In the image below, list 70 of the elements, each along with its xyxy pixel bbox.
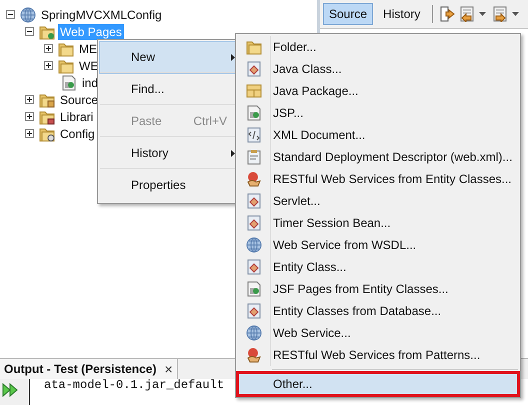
- file-icon: [246, 281, 262, 297]
- tree-item[interactable]: ind: [80, 74, 100, 90]
- menu-item[interactable]: Other...: [238, 373, 518, 395]
- menu-item[interactable]: XML Document...: [238, 124, 518, 146]
- tree-item[interactable]: ME: [77, 40, 99, 56]
- next-icon[interactable]: [492, 6, 508, 22]
- editor-tab[interactable]: Source: [323, 3, 374, 25]
- expand-icon[interactable]: [44, 61, 53, 70]
- dropdown-caret-icon[interactable]: [512, 12, 520, 16]
- clipboard-icon: [246, 149, 262, 165]
- folder-icon: [246, 39, 262, 55]
- folder-icon: [39, 92, 55, 108]
- menu-item[interactable]: New: [100, 42, 237, 73]
- menu-item[interactable]: Java Package...: [238, 80, 518, 102]
- file-icon: [246, 127, 262, 143]
- output-tab[interactable]: Output - Test (Persistence) ×: [0, 359, 178, 379]
- output-text: ata-model-0.1.jar_default: [44, 379, 224, 394]
- tree-item[interactable]: Config: [58, 126, 97, 142]
- expand-icon[interactable]: [44, 44, 53, 53]
- menu-item[interactable]: Standard Deployment Descriptor (web.xml)...: [238, 146, 518, 168]
- folder-icon: [39, 126, 55, 142]
- globe-icon: [20, 6, 36, 22]
- menu-item[interactable]: RESTful Web Services from Entity Classes...: [238, 168, 518, 190]
- file-icon: [246, 193, 262, 209]
- folder-icon: [39, 24, 55, 40]
- close-button[interactable]: ×: [164, 361, 173, 377]
- tree-item[interactable]: Librari: [58, 108, 96, 124]
- hand-icon: [246, 347, 262, 363]
- hand-icon: [246, 171, 262, 187]
- file-icon: [246, 105, 262, 121]
- menu-item[interactable]: RESTful Web Services from Patterns...: [238, 344, 518, 366]
- menu-item[interactable]: Entity Classes from Database...: [238, 300, 518, 322]
- file-icon: [246, 303, 262, 319]
- menu-item[interactable]: Web Service...: [238, 322, 518, 344]
- submenu-arrow-icon: [231, 54, 235, 60]
- tab-title: Output - Test (Persistence): [4, 362, 156, 376]
- package-icon: [246, 83, 262, 99]
- menu-item[interactable]: Java Class...: [238, 58, 518, 80]
- menu-item[interactable]: Entity Class...: [238, 256, 518, 278]
- editor-tab[interactable]: History: [377, 3, 426, 25]
- globe-icon: [246, 237, 262, 253]
- dropdown-caret-icon[interactable]: [479, 12, 486, 16]
- menu-item[interactable]: JSP...: [238, 102, 518, 124]
- tree-item[interactable]: Source: [58, 92, 100, 108]
- folder-icon: [58, 40, 74, 56]
- collapse-icon[interactable]: [25, 27, 34, 36]
- tree-item[interactable]: WE: [77, 58, 100, 74]
- menu-item[interactable]: Web Service from WSDL...: [238, 234, 518, 256]
- menu-item[interactable]: Servlet...: [238, 190, 518, 212]
- file-icon: [246, 215, 262, 231]
- expand-icon[interactable]: [25, 112, 34, 121]
- file-icon: [246, 61, 262, 77]
- expand-icon[interactable]: [25, 95, 34, 104]
- expand-icon[interactable]: [25, 129, 34, 138]
- file-icon: [61, 74, 77, 90]
- folder-icon: [58, 58, 74, 74]
- folder-icon: [39, 108, 55, 124]
- submenu-arrow-icon: [231, 150, 235, 156]
- previous-icon[interactable]: [459, 6, 476, 22]
- menu-item[interactable]: Properties: [100, 170, 237, 200]
- menu-item[interactable]: Folder...: [238, 36, 518, 58]
- tree-item[interactable]: SpringMVCXMLConfig: [39, 6, 164, 22]
- toggle-bookmark-icon[interactable]: [439, 6, 456, 22]
- rerun-icon[interactable]: [2, 382, 18, 398]
- globe-icon: [246, 325, 262, 341]
- collapse-icon[interactable]: [6, 10, 15, 19]
- menu-item[interactable]: Timer Session Bean...: [238, 212, 518, 234]
- shortcut-text: Ctrl+V: [193, 114, 227, 128]
- file-icon: [246, 259, 262, 275]
- menu-item[interactable]: JSF Pages from Entity Classes...: [238, 278, 518, 300]
